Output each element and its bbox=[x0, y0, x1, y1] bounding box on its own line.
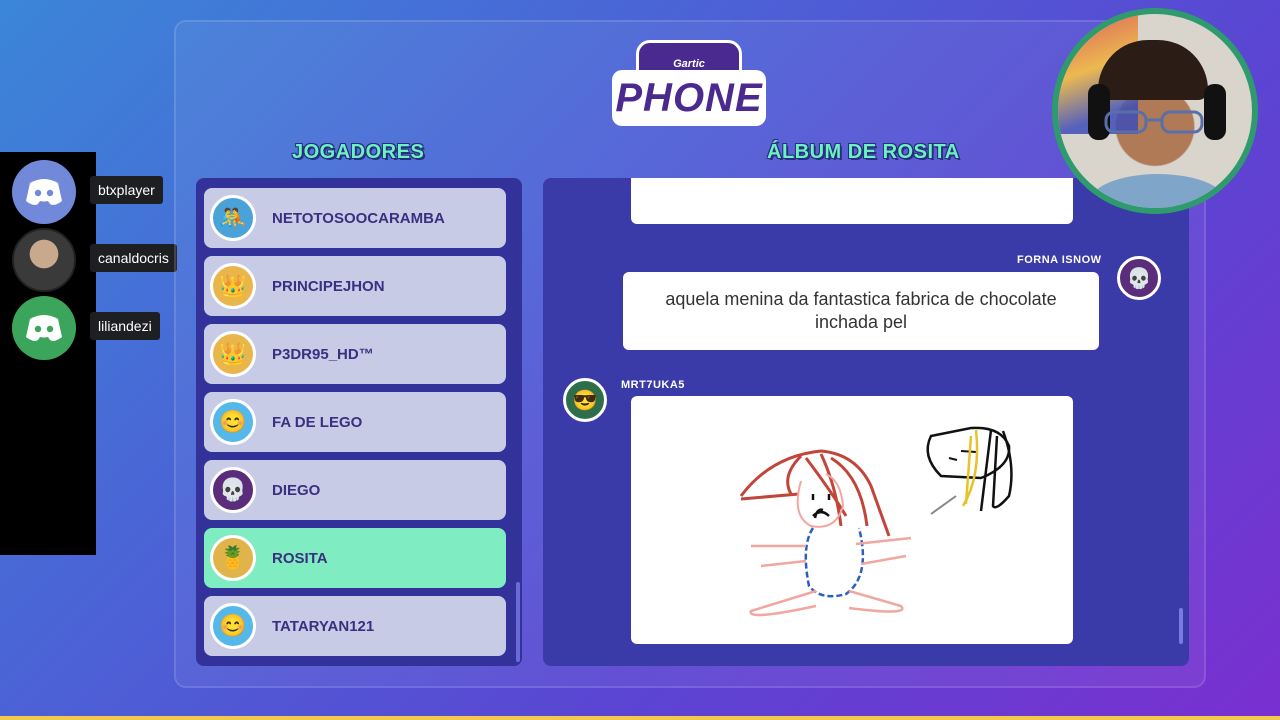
pineapple-icon: 🍍 bbox=[210, 535, 256, 581]
skull-glasses-icon: 💀 bbox=[210, 467, 256, 513]
drawing-entry-bubble bbox=[631, 396, 1073, 644]
king-face-icon: 👑 bbox=[210, 331, 256, 377]
player-row[interactable]: 👑 P3DR95_HD™ bbox=[204, 324, 506, 384]
player-name: FA DE LEGO bbox=[272, 413, 363, 431]
king-face-icon: 👑 bbox=[210, 263, 256, 309]
discord-logo-icon bbox=[12, 160, 76, 224]
previous-entry-bubble bbox=[631, 178, 1073, 224]
logo-phone-plate: PHONE bbox=[612, 70, 766, 126]
player-row[interactable]: 😊 FA DE LEGO bbox=[204, 392, 506, 452]
streamer-webcam bbox=[1052, 8, 1258, 214]
text-entry-bubble: aquela menina da fantastica fabrica de c… bbox=[623, 272, 1099, 350]
discord-user-canaldocris: canaldocris bbox=[12, 228, 177, 292]
album-panel[interactable]: FORNA ISNOW 💀 aquela menina da fantastic… bbox=[543, 178, 1189, 666]
green-face-icon: 😎 bbox=[563, 378, 607, 422]
blue-girl-icon: 😊 bbox=[210, 399, 256, 445]
player-row[interactable]: 💀 DIEGO bbox=[204, 460, 506, 520]
user-photo-avatar bbox=[12, 228, 76, 292]
player-drawing bbox=[739, 426, 1013, 617]
player-row[interactable]: 🤼 NETOTOSOOCARAMBA bbox=[204, 188, 506, 248]
players-title: JOGADORES bbox=[292, 141, 425, 163]
album-scrollbar[interactable] bbox=[1179, 608, 1183, 644]
player-name: NETOTOSOOCARAMBA bbox=[272, 209, 445, 227]
entry-text: aquela menina da fantastica fabrica de c… bbox=[665, 289, 1057, 332]
entry-author: MRT7UKA5 bbox=[621, 379, 685, 391]
discord-username: liliandezi bbox=[90, 312, 160, 340]
luchador-icon: 🤼 bbox=[210, 195, 256, 241]
players-list[interactable]: 🤼 NETOTOSOOCARAMBA 👑 PRINCIPEJHON 👑 P3DR… bbox=[196, 178, 522, 666]
discord-logo-icon bbox=[12, 296, 76, 360]
skull-glasses-icon: 💀 bbox=[1117, 256, 1161, 300]
bottom-border bbox=[0, 716, 1280, 720]
player-row-active[interactable]: 🍍 ROSITA bbox=[204, 528, 506, 588]
player-name: ROSITA bbox=[272, 549, 328, 567]
player-name: PRINCIPEJHON bbox=[272, 277, 385, 295]
player-row[interactable]: 😊 TATARYAN121 bbox=[204, 596, 506, 656]
player-name: DIEGO bbox=[272, 481, 321, 499]
player-row[interactable]: 👑 PRINCIPEJHON bbox=[204, 256, 506, 316]
blue-girl-icon: 😊 bbox=[210, 603, 256, 649]
player-name: P3DR95_HD™ bbox=[272, 345, 374, 363]
discord-voice-overlay: btxplayer canaldocris liliandezi bbox=[0, 152, 177, 555]
logo-phone-text: PHONE bbox=[615, 75, 763, 120]
gartic-phone-logo: Gartic PHONE bbox=[612, 38, 766, 130]
players-scrollbar[interactable] bbox=[516, 582, 520, 662]
discord-user-btxplayer: btxplayer bbox=[12, 160, 163, 224]
glasses-icon bbox=[1104, 110, 1204, 134]
logo-gartic-text: Gartic bbox=[673, 58, 705, 70]
player-name: TATARYAN121 bbox=[272, 617, 375, 635]
discord-user-liliandezi: liliandezi bbox=[12, 296, 160, 360]
discord-username: canaldocris bbox=[90, 244, 177, 272]
album-title: ÁLBUM DE ROSITA bbox=[767, 141, 960, 163]
discord-username: btxplayer bbox=[90, 176, 163, 204]
entry-author: FORNA ISNOW bbox=[1017, 254, 1102, 266]
